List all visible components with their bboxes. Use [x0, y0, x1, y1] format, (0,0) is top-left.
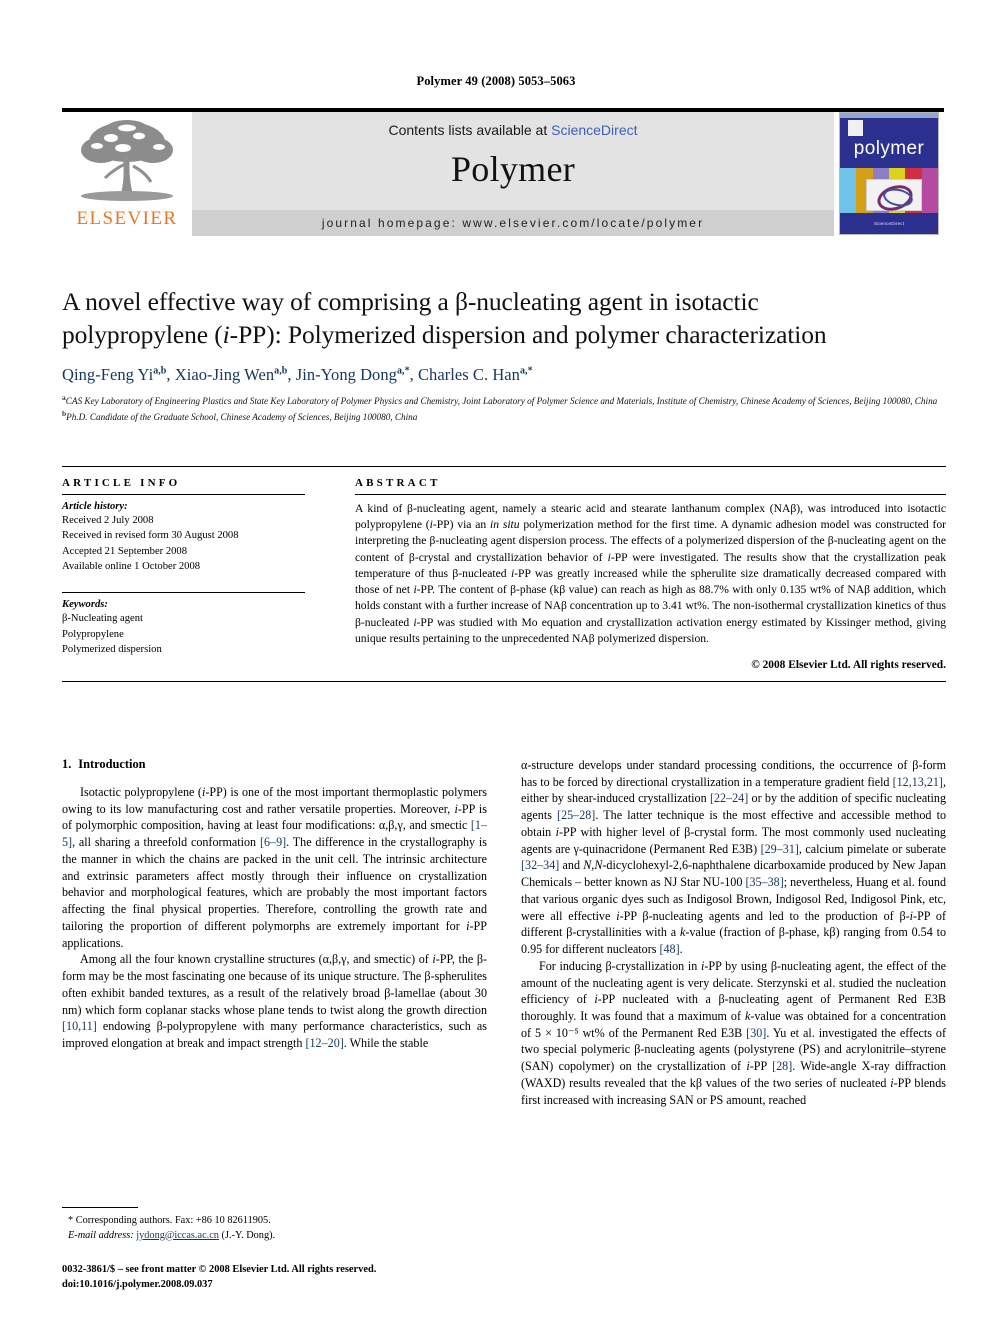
elsevier-tree-icon	[81, 120, 173, 201]
journal-masthead: ELSEVIER Contents lists available at Sci…	[62, 108, 944, 236]
author-sep: ,	[166, 365, 175, 385]
journal-title: Polymer	[450, 149, 576, 189]
article-info-rule	[62, 494, 305, 495]
cover-journal-name: polymer	[853, 138, 925, 159]
author-sep: ,	[409, 365, 418, 385]
info-abstract-bottom-rule	[62, 680, 946, 682]
elsevier-wordmark: ELSEVIER	[76, 208, 178, 229]
abstract-copyright: © 2008 Elsevier Ltd. All rights reserved…	[751, 658, 946, 671]
body-column-right: α-structure develops under standard proc…	[521, 757, 946, 1108]
email-link[interactable]: jydong@iccas.ac.cn	[136, 1230, 219, 1241]
author-3[interactable]: Charles C. Hana,*	[418, 365, 533, 384]
footnote-block: * Corresponding authors. Fax: +86 10 826…	[62, 1207, 487, 1243]
corresponding-author-note: * Corresponding authors. Fax: +86 10 826…	[68, 1215, 271, 1226]
email-attribution: (J.-Y. Dong).	[221, 1229, 276, 1241]
keyword-0: β-Nucleating agent	[62, 613, 143, 625]
intro-paragraph-4: For inducing β-crystallization in i-PP b…	[521, 958, 947, 1107]
sciencedirect-link[interactable]: ScienceDirect	[551, 122, 637, 138]
intro-paragraph-1: Isotactic polypropylene (i-PP) is one of…	[62, 785, 488, 950]
journal-cover-thumbnail: polymer ScienceDirect	[834, 112, 944, 236]
author-affil-marker: a,b	[153, 365, 167, 377]
abstract-rule	[355, 494, 946, 495]
article-info-heading: ARTICLE INFO	[62, 477, 181, 489]
article-title: A novel effective way of comprising a β-…	[62, 285, 946, 351]
imprint-line-2: doi:10.1016/j.polymer.2008.09.037	[62, 1279, 213, 1291]
article-title-line-1: A novel effective way of comprising a β-…	[62, 287, 759, 316]
article-history-0: Received 2 July 2008	[62, 515, 154, 526]
section-number: 1.	[62, 757, 72, 771]
affiliation-a: aCAS Key Laboratory of Engineering Plast…	[62, 393, 946, 408]
article-history-label: Article history:	[62, 501, 128, 512]
article-info-column: ARTICLE INFO Article history: Received 2…	[62, 467, 327, 671]
author-name: Jin-Yong Dong	[295, 365, 397, 385]
cover-image: polymer ScienceDirect	[839, 112, 939, 235]
keyword-2: Polymerized dispersion	[62, 644, 162, 656]
section-heading-introduction: 1. Introduction	[62, 757, 487, 772]
footnote-rule	[62, 1207, 138, 1208]
author-affil-marker: a,*	[396, 365, 410, 377]
imprint-line-1: 0032-3861/$ – see front matter © 2008 El…	[62, 1264, 377, 1275]
intro-paragraph-2: Among all the four known crystalline str…	[62, 952, 487, 1051]
author-affil-marker: a,b	[274, 365, 288, 377]
keywords-label: Keywords:	[62, 599, 108, 611]
keywords-rule	[62, 592, 305, 594]
article-history-2: Accepted 21 September 2008	[62, 545, 188, 557]
author-name: Charles C. Han	[417, 365, 520, 385]
title-block: A novel effective way of comprising a β-…	[62, 285, 946, 424]
info-abstract-block: ARTICLE INFO Article history: Received 2…	[62, 466, 946, 682]
cover-footer-text: ScienceDirect	[873, 221, 905, 227]
imprint-block: 0032-3861/$ – see front matter © 2008 El…	[62, 1262, 562, 1292]
author-name: Xiao-Jing Wen	[174, 365, 275, 385]
author-list: Qing-Feng Yia,b, Xiao-Jing Wena,b, Jin-Y…	[62, 365, 946, 385]
author-2[interactable]: Jin-Yong Donga,*	[296, 365, 410, 384]
affiliation-b: bPh.D. Candidate of the Graduate School,…	[62, 409, 946, 424]
contents-available-line: Contents lists available at ScienceDirec…	[388, 122, 637, 138]
author-affil-marker: a,*	[519, 365, 533, 377]
article-history-3: Available online 1 October 2008	[62, 561, 201, 573]
author-name: Qing-Feng Yi	[62, 365, 154, 385]
abstract-column: ABSTRACT A kind of β-nucleating agent, n…	[327, 467, 946, 671]
abstract-text: A kind of β-nucleating agent, namely a s…	[355, 502, 947, 645]
article-history-1: Received in revised form 30 August 2008	[62, 530, 239, 542]
cover-inset-figure	[866, 179, 922, 215]
affiliation-text: Ph.D. Candidate of the Graduate School, …	[66, 411, 418, 422]
article-title-line-2-pre: polypropylene (	[62, 320, 223, 350]
author-sep: ,	[287, 365, 296, 385]
section-title: Introduction	[78, 757, 146, 771]
body-column-left: 1. Introduction Isotactic polypropylene (…	[62, 757, 487, 1108]
abstract-heading: ABSTRACT	[355, 477, 441, 489]
intro-paragraph-3: α-structure develops under standard proc…	[521, 758, 946, 957]
article-title-line-2-post: -PP): Polymerized dispersion and polymer…	[229, 320, 827, 350]
masthead-center: Contents lists available at ScienceDirec…	[192, 112, 834, 236]
contents-prefix: Contents lists available at	[388, 122, 552, 138]
body-columns: 1. Introduction Isotactic polypropylene (…	[62, 757, 946, 1108]
author-1[interactable]: Xiao-Jing Wena,b	[175, 365, 288, 384]
author-0[interactable]: Qing-Feng Yia,b	[62, 365, 166, 384]
affiliations: aCAS Key Laboratory of Engineering Plast…	[62, 393, 946, 424]
email-note: E-mail address: jydong@iccas.ac.cn (J.-Y…	[62, 1229, 487, 1244]
email-label: E-mail address:	[68, 1229, 134, 1241]
paper-page: Polymer 49 (2008) 5053–5063 ELSEVIER Con…	[0, 0, 992, 1323]
article-title-italic-i: i	[222, 320, 230, 350]
cover-publisher-mark	[848, 120, 863, 136]
running-head: Polymer 49 (2008) 5053–5063	[416, 74, 576, 88]
cover-top-strip	[840, 113, 938, 118]
journal-homepage-bar[interactable]: journal homepage: www.elsevier.com/locat…	[192, 210, 834, 236]
elsevier-logo: ELSEVIER	[62, 112, 192, 236]
keyword-1: Polypropylene	[62, 628, 124, 640]
affiliation-text: CAS Key Laboratory of Engineering Plasti…	[65, 396, 938, 407]
